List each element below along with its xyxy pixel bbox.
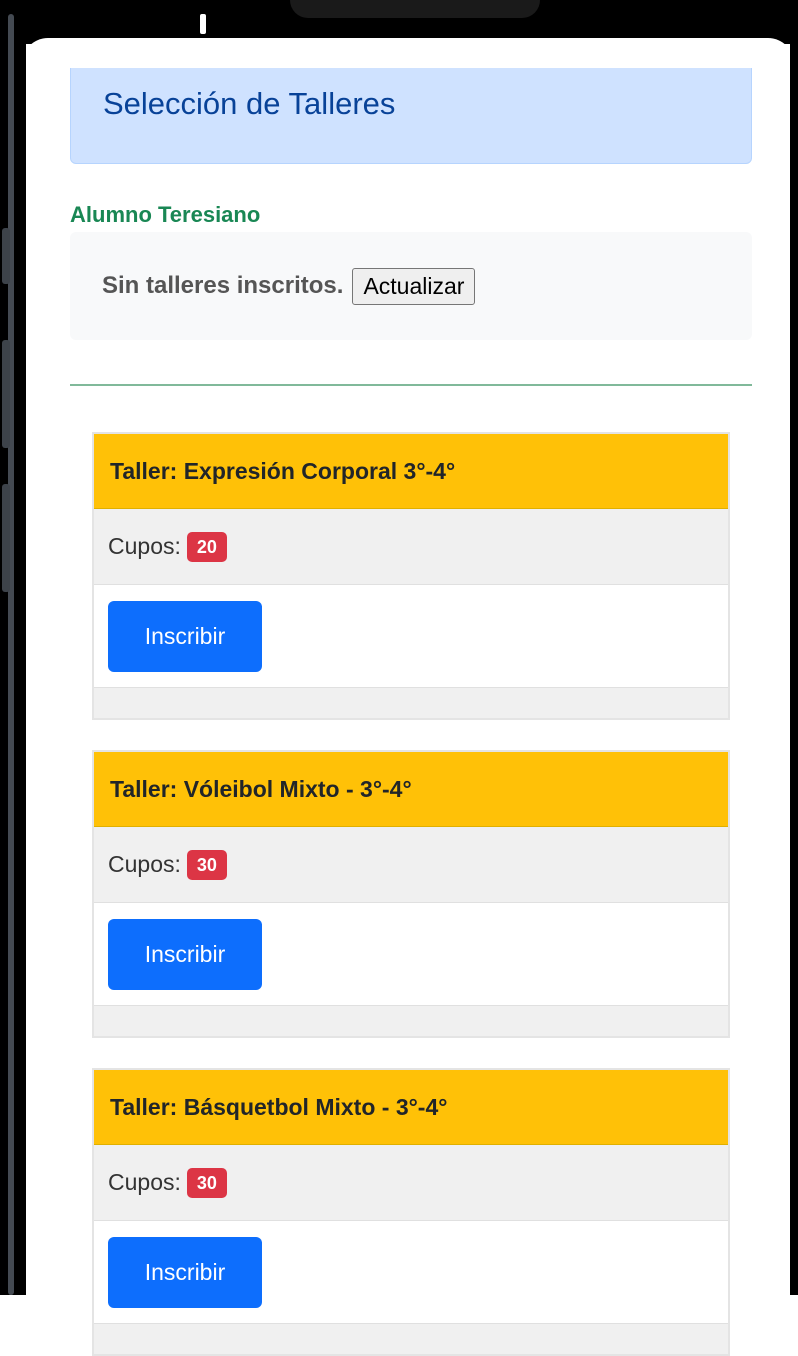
refresh-button[interactable]: Actualizar <box>352 267 476 305</box>
workshop-action-row: Inscribir <box>94 1221 728 1324</box>
enroll-button[interactable]: Inscribir <box>108 1236 262 1308</box>
page-content: Selección de Talleres Alumno Teresiano S… <box>26 44 790 1356</box>
student-name: Alumno Teresiano <box>70 202 261 227</box>
enroll-button[interactable]: Inscribir <box>108 918 262 990</box>
enroll-button[interactable]: Inscribir <box>108 600 262 672</box>
workshop-card: Taller: Básquetbol Mixto - 3°-4° Cupos: … <box>92 1068 730 1356</box>
quota-label: Cupos: <box>108 851 181 877</box>
workshop-card-header: Taller: Básquetbol Mixto - 3°-4° <box>94 1070 728 1145</box>
workshop-card: Taller: Vóleibol Mixto - 3°-4° Cupos: 30… <box>92 750 730 1038</box>
device-bezel-edge <box>8 14 14 1295</box>
quota-label: Cupos: <box>108 1169 181 1195</box>
workshop-card-header: Taller: Expresión Corporal 3°-4° <box>94 434 728 509</box>
workshop-title: Taller: Expresión Corporal 3°-4° <box>110 457 456 484</box>
workshop-card: Taller: Expresión Corporal 3°-4° Cupos: … <box>92 432 730 720</box>
status-bar-icon <box>200 14 206 34</box>
enrollment-status-text: Sin talleres inscritos. <box>102 272 344 299</box>
quota-badge: 20 <box>186 531 227 562</box>
section-divider <box>70 384 752 386</box>
device-notch <box>290 0 540 18</box>
quota-badge: 30 <box>186 849 227 880</box>
workshop-card-footer <box>94 1324 728 1354</box>
enrollment-status: Sin talleres inscritos. Actualizar <box>70 232 752 340</box>
volume-down-button <box>2 340 10 448</box>
workshop-card-header: Taller: Vóleibol Mixto - 3°-4° <box>94 752 728 827</box>
workshop-title: Taller: Vóleibol Mixto - 3°-4° <box>110 775 412 802</box>
side-power-button <box>2 484 10 592</box>
volume-up-button <box>2 228 10 284</box>
workshop-title: Taller: Básquetbol Mixto - 3°-4° <box>110 1093 448 1120</box>
workshop-card-footer <box>94 1006 728 1036</box>
screen-top-edge <box>22 38 794 68</box>
quota-label: Cupos: <box>108 533 181 559</box>
workshop-action-row: Inscribir <box>94 585 728 688</box>
phone-frame: Selección de Talleres Alumno Teresiano S… <box>0 0 798 1356</box>
workshop-quota-row: Cupos: 30 <box>94 827 728 903</box>
workshop-quota-row: Cupos: 20 <box>94 509 728 585</box>
workshop-action-row: Inscribir <box>94 903 728 1006</box>
workshop-quota-row: Cupos: 30 <box>94 1145 728 1221</box>
workshop-card-footer <box>94 688 728 718</box>
page-title: Selección de Talleres <box>103 86 396 121</box>
device-bezel-right <box>790 0 798 1295</box>
quota-badge: 30 <box>186 1167 227 1198</box>
